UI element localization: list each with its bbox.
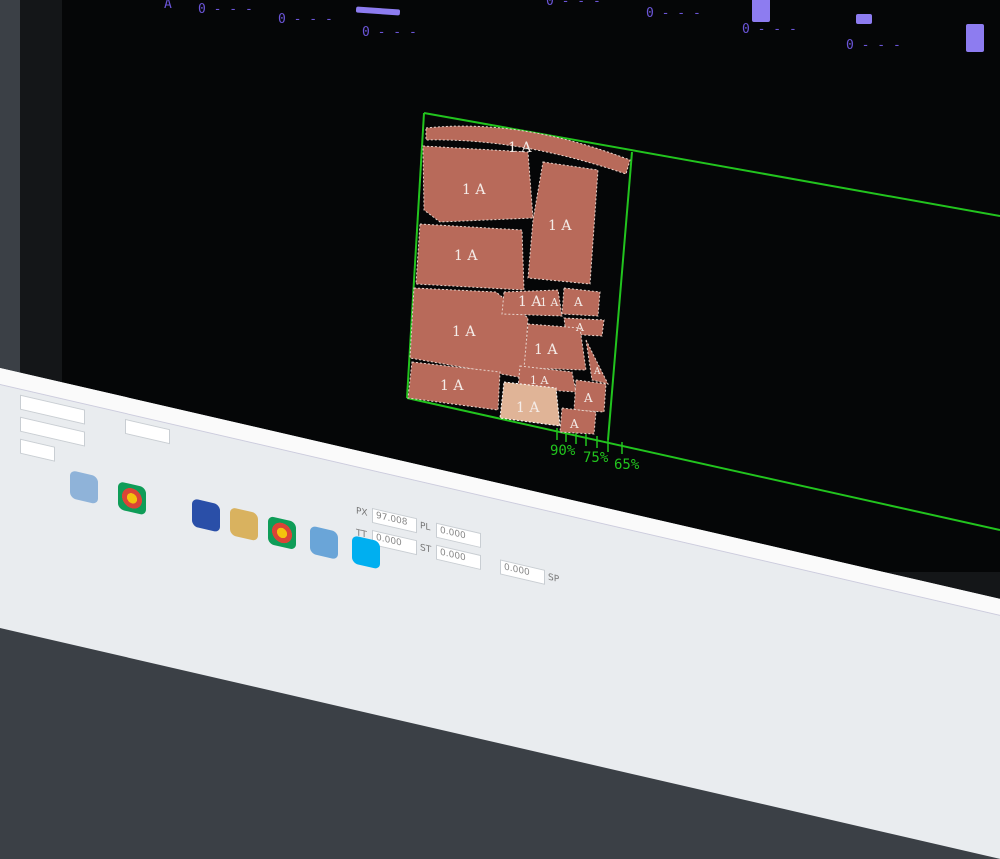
piece-label: A	[575, 321, 585, 334]
piece-label: A	[583, 391, 593, 405]
piece-label: 1 A	[454, 248, 478, 264]
piece-label: A	[593, 367, 601, 377]
chrome-icon[interactable]	[118, 481, 146, 516]
piece-label: 1 A	[530, 374, 549, 387]
piece-label: 1 A	[534, 342, 558, 358]
field-pl-input[interactable]: 0.000	[436, 522, 481, 549]
piece-label: 1 A	[540, 296, 559, 309]
piece-label: 1 A	[518, 294, 542, 310]
piece-label: 1 A	[452, 324, 476, 340]
field-px-input[interactable]: 97.008	[372, 507, 417, 534]
piece-label: 1 A	[508, 140, 532, 156]
panel-field[interactable]	[20, 438, 55, 462]
efficiency-label: 65%	[614, 457, 640, 473]
piece-label: 1 A	[462, 182, 486, 198]
windows-icon[interactable]	[192, 498, 220, 533]
piece-label: 1 A	[440, 378, 464, 394]
piece-label: 1 A	[548, 218, 572, 234]
field-label-pl: PL	[420, 520, 431, 534]
app-icon[interactable]	[310, 525, 338, 560]
explorer-icon[interactable]	[230, 506, 258, 542]
field-label-px: PX	[356, 506, 368, 519]
folder-icon[interactable]	[70, 470, 98, 505]
efficiency-label: 90%	[550, 443, 576, 459]
piece-label: 1 A	[516, 400, 540, 416]
skype-icon[interactable]	[352, 535, 380, 570]
piece-label: A	[573, 295, 583, 309]
efficiency-label: 75%	[583, 450, 609, 466]
marker-end-border	[607, 151, 633, 441]
pattern-piece[interactable]	[585, 339, 609, 385]
app-icon[interactable]	[268, 515, 296, 551]
piece-label: A	[569, 417, 579, 431]
